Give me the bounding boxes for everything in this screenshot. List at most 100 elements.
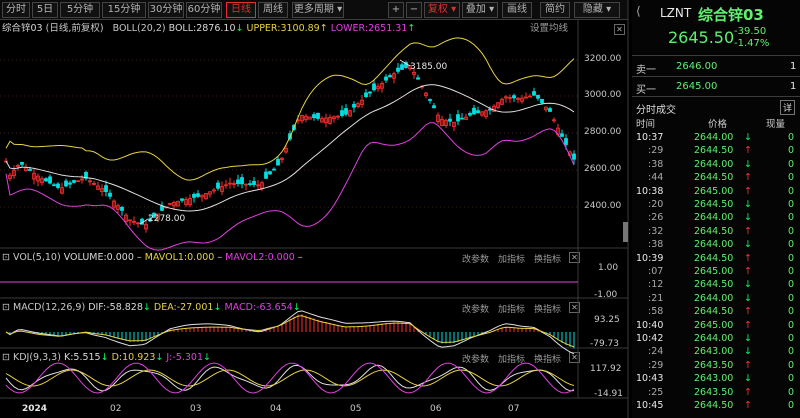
trade-row: 10:45 2644.50 ↑ 0 [632,399,800,412]
candle-body [448,118,452,122]
candle-body [252,180,256,185]
candle-body [572,153,576,160]
candle-body [532,91,536,96]
trade-row: :29 2644.50 ↑ 0 [632,144,800,157]
trade-price: 2644.00 [694,212,734,224]
candle-body [564,138,568,145]
trade-row: :29 2643.50 ↑ 0 [632,359,800,372]
trading-window: 分时 5日 5分钟 15分钟 30分钟 60分钟 日线 周线 更多周期 ▾ + … [0,0,800,418]
trade-row: :58 2644.50 ↑ 0 [632,305,800,318]
panel-collapse-handle[interactable] [623,222,628,242]
buy1-row: 买一 2645.00 1 [632,78,800,96]
trade-arrow-icon: ↓ [744,279,752,291]
candle-body [216,182,220,189]
contract-name: 综合锌03 [698,6,764,24]
trade-volume: 0 [788,145,795,157]
candle-body [468,113,472,116]
candle-body [268,171,272,175]
candle-body [340,110,344,116]
trade-price: 2644.00 [694,292,734,304]
candle-body [460,117,464,120]
trade-time: :29 [648,145,664,157]
trade-volume: 0 [788,199,795,210]
trade-price: 2644.00 [694,239,734,251]
candle-body [372,83,376,91]
trade-time: :38 [648,239,664,251]
candle-body [396,67,400,72]
x-label-apr: 04 [270,404,282,414]
trade-volume: 0 [788,266,795,277]
trade-arrow-icon: ↓ [744,346,752,358]
last-price: 2645.50 [668,28,735,47]
high-annotation: 3185.00 [410,62,448,72]
sell1-label: 卖一 [636,65,656,76]
trades-header: 时间 价格 现量 [632,118,800,131]
quote-panel: ⟨ LZNT 综合锌03 2645.50 -39.50 -1.47% 卖一 26… [632,0,800,418]
trade-price: 2644.00 [694,132,734,143]
trade-row: :21 2644.00 ↓ 0 [632,292,800,305]
kdj-tick-high: 117.92 [590,364,622,374]
trades-title-row: 分时成交 详 [632,98,800,116]
candle-body [196,193,200,197]
candle-body [456,114,460,122]
trade-time: :44 [648,172,664,184]
kline-chart[interactable] [0,0,632,418]
trade-time: :26 [648,212,664,224]
candle-body [264,171,268,179]
change-amount: -39.50 [734,26,767,37]
trade-volume: 0 [788,346,795,358]
trade-price: 2645.00 [694,185,734,197]
col-time: 时间 [636,119,656,130]
candle-body [560,133,564,137]
trade-arrow-icon: ↑ [744,225,752,237]
trade-price: 2644.50 [694,172,734,184]
candle-body [192,193,196,198]
trade-volume: 0 [788,333,795,344]
boll-mid-line [5,84,575,212]
candle-body [432,105,436,109]
candle-body [120,207,124,211]
boll-lower-line [5,122,575,251]
candle-body [160,205,164,211]
candle-body [236,179,240,185]
candle-body [52,184,56,187]
trade-time: :21 [648,292,664,304]
trade-arrow-icon: ↓ [744,158,752,170]
y-tick-2600: 2600.00 [584,164,622,174]
trade-arrow-icon: ↑ [744,359,752,371]
candle-body [28,169,32,171]
candle-body [540,98,544,104]
trade-volume: 0 [788,172,795,184]
change-block: -39.50 -1.47% [734,26,769,50]
trade-arrow-icon: ↓ [744,239,752,251]
trade-time: 10:45 [636,400,664,411]
candle-body [240,177,244,185]
sell1-price: 2646.00 [676,61,718,72]
candle-body [400,64,404,70]
candle-body [68,182,72,185]
trade-row: :24 2643.00 ↓ 0 [632,345,800,358]
back-icon[interactable]: ⟨ [636,4,641,18]
trade-time: :58 [648,306,664,318]
trade-row: 10:42 2644.00 ↓ 0 [632,332,800,345]
quote-header: ⟨ LZNT 综合锌03 2645.50 -39.50 -1.47% [632,0,800,56]
y-tick-3000: 3000.00 [584,90,622,100]
trade-price: 2644.50 [694,306,734,318]
x-label-mar: 03 [190,404,202,414]
trade-arrow-icon: ↓ [744,212,752,224]
detail-button[interactable]: 详 [780,100,796,115]
trades-title: 分时成交 [636,105,676,116]
trade-time: 10:42 [636,333,664,344]
trade-arrow-icon: ↓ [744,199,752,210]
x-label-jun: 06 [430,404,442,414]
trade-volume: 0 [788,185,795,197]
trade-time: 10:43 [636,373,664,385]
trade-time: :07 [648,266,664,277]
trade-row: :25 2643.50 ↑ 0 [632,386,800,399]
trade-volume: 0 [788,158,795,170]
trade-time: :25 [648,386,664,398]
trade-price: 2645.00 [694,319,734,331]
change-percent: -1.47% [734,38,770,49]
trade-row: 10:38 2645.00 ↑ 0 [632,185,800,198]
trade-arrow-icon: ↑ [744,172,752,184]
